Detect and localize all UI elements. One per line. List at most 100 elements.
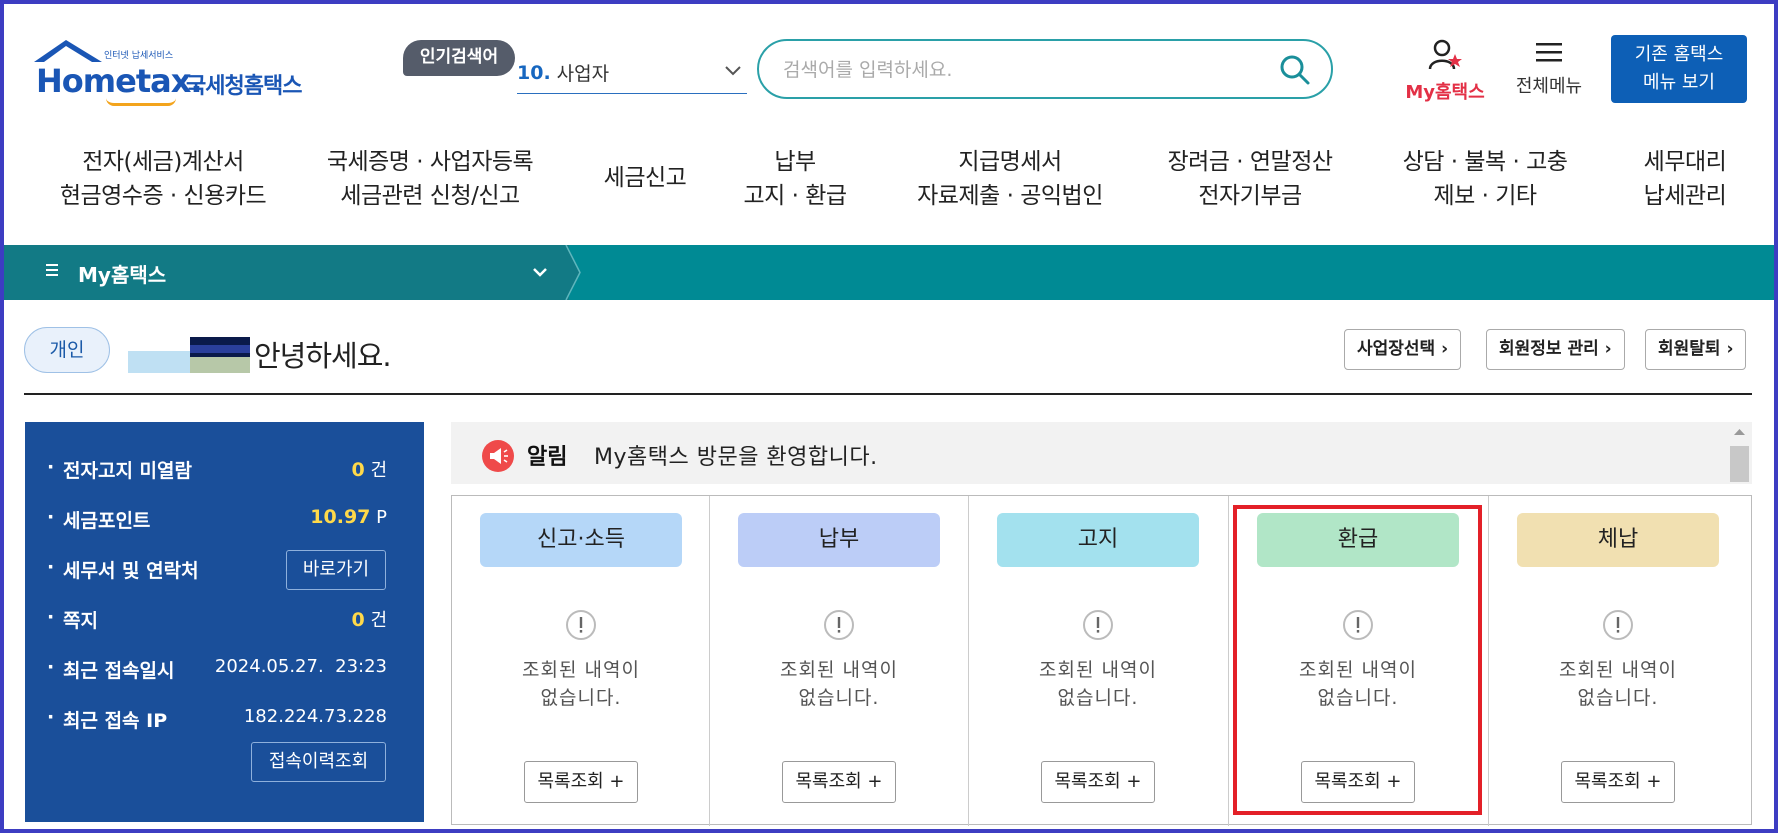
chevron-down-icon [725, 66, 741, 76]
scrollbar-icon [1730, 429, 1749, 482]
summary-unit: 건 [370, 610, 387, 631]
last-login-time: 2024.05.27. 23:23 [214, 656, 387, 677]
summary-row-ip: · 최근 접속 IP 182.224.73.228 [47, 706, 387, 732]
gnb-item-incentive[interactable]: 장려금 · 연말정산 전자기부금 [1150, 145, 1350, 213]
gnb-item-invoice[interactable]: 전자(세금)계산서 현금영수증 · 신용카드 [50, 145, 276, 213]
hometax-logo[interactable]: 인터넷 납세서비스 Hometax. 국세청홈택스 [26, 38, 316, 108]
withdraw-button[interactable]: 회원탈퇴 › [1645, 329, 1747, 370]
user-type-tag: 개인 [24, 327, 110, 373]
divider [24, 393, 1752, 395]
my-hometax-link[interactable]: My홈택스 [1395, 38, 1495, 104]
login-history-button[interactable]: 접속이력조회 [251, 742, 386, 782]
summary-count: 0 [351, 609, 365, 631]
exclamation-icon [566, 610, 596, 640]
notice-bar: 알림 My홈택스 방문을 환영합니다. [451, 422, 1752, 484]
breadcrumb-arrow-icon [562, 245, 581, 300]
card-title[interactable]: 고지 [997, 513, 1199, 567]
search-icon[interactable] [1279, 54, 1311, 86]
gnb-item-consult[interactable]: 상담 · 불복 · 고충 제보 · 기타 [1385, 145, 1585, 213]
business-select-button[interactable]: 사업장선택 › [1344, 329, 1462, 370]
summary-panel: · 전자고지 미열람 0 건 · 세금포인트 10.97 P · 세무서 및 연… [25, 422, 424, 822]
logo-home: Hometax. [36, 62, 202, 100]
gnb-line1: 세무대리 [1643, 149, 1727, 175]
gnb-item-statement[interactable]: 지급명세서 자료제출 · 공익법인 [910, 145, 1110, 213]
highlight-box [1233, 505, 1482, 815]
card-report-income: 신고·소득 조회된 내역이 없습니다. 목록조회 + [452, 496, 710, 826]
my-hometax-dropdown[interactable]: My홈택스 [4, 245, 581, 300]
gnb-line1: 장려금 · 연말정산 [1167, 149, 1333, 175]
gnb-item-certificate[interactable]: 국세증명 · 사업자등록 세금관련 신청/신고 [320, 145, 540, 213]
menu-icon [46, 264, 58, 276]
card-notice: 고지 조회된 내역이 없습니다. 목록조회 + [969, 496, 1229, 826]
popular-keyword: 사업자 [556, 63, 610, 85]
popular-search-badge: 인기검색어 [403, 40, 515, 76]
gnb-line2: 전자기부금 [1198, 183, 1302, 209]
member-info-button[interactable]: 회원정보 관리 › [1486, 329, 1625, 370]
user-star-icon [1428, 39, 1462, 70]
exclamation-icon [1603, 610, 1633, 640]
megaphone-icon [482, 440, 514, 472]
old-menu-line2: 메뉴 보기 [1643, 72, 1715, 93]
summary-row-message: · 쪽지 0 건 [47, 606, 387, 632]
gnb-line1: 지급명세서 [958, 149, 1062, 175]
card-title[interactable]: 납부 [738, 513, 940, 567]
summary-label: 쪽지 [63, 610, 98, 632]
summary-count: 10.97 [310, 506, 371, 528]
gnb-line1: 상담 · 불복 · 고충 [1402, 149, 1568, 175]
exclamation-icon [1083, 610, 1113, 640]
status-cards: 신고·소득 조회된 내역이 없습니다. 목록조회 + 납부 조회된 내역이 없습니다… [451, 495, 1752, 826]
gnb-line2: 세금관련 신청/신고 [340, 183, 520, 209]
logo-korean-name: 국세청홈택스 [186, 74, 302, 99]
shortcut-button[interactable]: 바로가기 [286, 550, 386, 590]
my-hometax-label: My홈택스 [1405, 82, 1485, 103]
hamburger-icon [1536, 43, 1562, 62]
old-menu-button[interactable]: 기존 홈택스 메뉴 보기 [1611, 35, 1747, 103]
card-delinquent: 체납 조회된 내역이 없습니다. 목록조회 + [1489, 496, 1751, 826]
summary-label: 전자고지 미열람 [63, 460, 192, 482]
greeting-text: 안녕하세요. [254, 339, 392, 373]
card-title[interactable]: 신고·소득 [480, 513, 682, 567]
popular-search-select[interactable]: 10. 사업자 [517, 52, 747, 94]
gnb-line2: 자료제출 · 공익법인 [917, 183, 1103, 209]
gnb-line1: 세금신고 [603, 165, 687, 191]
notice-text: My홈택스 방문을 환영합니다. [594, 445, 878, 470]
summary-unit: 건 [370, 460, 387, 481]
gnb-item-tax-report[interactable]: 세금신고 [590, 161, 700, 195]
gnb-item-agent[interactable]: 세무대리 납세관리 [1630, 145, 1740, 213]
global-nav: 전자(세금)계산서 현금영수증 · 신용카드 국세증명 · 사업자등록 세금관련… [30, 145, 1750, 225]
list-view-button[interactable]: 목록조회 + [1041, 761, 1155, 803]
card-title[interactable]: 체납 [1517, 513, 1719, 567]
gnb-line1: 납부 [774, 149, 816, 175]
summary-row-points: · 세금포인트 10.97 P [47, 506, 387, 532]
old-menu-line1: 기존 홈택스 [1634, 44, 1724, 65]
my-hometax-bar: My홈택스 [4, 245, 1774, 300]
summary-label: 최근 접속 IP [63, 710, 168, 732]
summary-row-unread: · 전자고지 미열람 0 건 [47, 456, 387, 482]
exclamation-icon [824, 610, 854, 640]
list-view-button[interactable]: 목록조회 + [524, 761, 638, 803]
empty-message: 조회된 내역이 없습니다. [522, 659, 640, 709]
notice-label: 알림 [527, 445, 568, 470]
logo-subtext: 인터넷 납세서비스 [104, 51, 174, 61]
popular-rank: 10. [517, 61, 551, 84]
all-menu-button[interactable]: 전체메뉴 [1508, 40, 1590, 98]
summary-count: 0 [351, 459, 365, 481]
gnb-line2: 제보 · 기타 [1433, 183, 1537, 209]
notice-scrollbar[interactable] [1727, 422, 1752, 484]
all-menu-label: 전체메뉴 [1515, 76, 1583, 97]
empty-message: 조회된 내역이 없습니다. [1559, 659, 1677, 709]
summary-unit: P [376, 507, 387, 528]
empty-message: 조회된 내역이 없습니다. [780, 659, 898, 709]
last-login-ip: 182.224.73.228 [243, 706, 387, 727]
gnb-line1: 전자(세금)계산서 [82, 149, 244, 175]
gnb-item-payment[interactable]: 납부 고지 · 환급 [740, 145, 850, 213]
list-view-button[interactable]: 목록조회 + [1561, 761, 1675, 803]
redacted-name [128, 337, 250, 373]
search-input[interactable] [783, 55, 1253, 85]
list-view-button[interactable]: 목록조회 + [782, 761, 896, 803]
gnb-line2: 현금영수증 · 신용카드 [59, 183, 267, 209]
summary-label: 세금포인트 [63, 510, 151, 532]
gnb-line1: 국세증명 · 사업자등록 [326, 149, 534, 175]
summary-label: 세무서 및 연락처 [63, 560, 199, 582]
search-box [757, 39, 1333, 99]
